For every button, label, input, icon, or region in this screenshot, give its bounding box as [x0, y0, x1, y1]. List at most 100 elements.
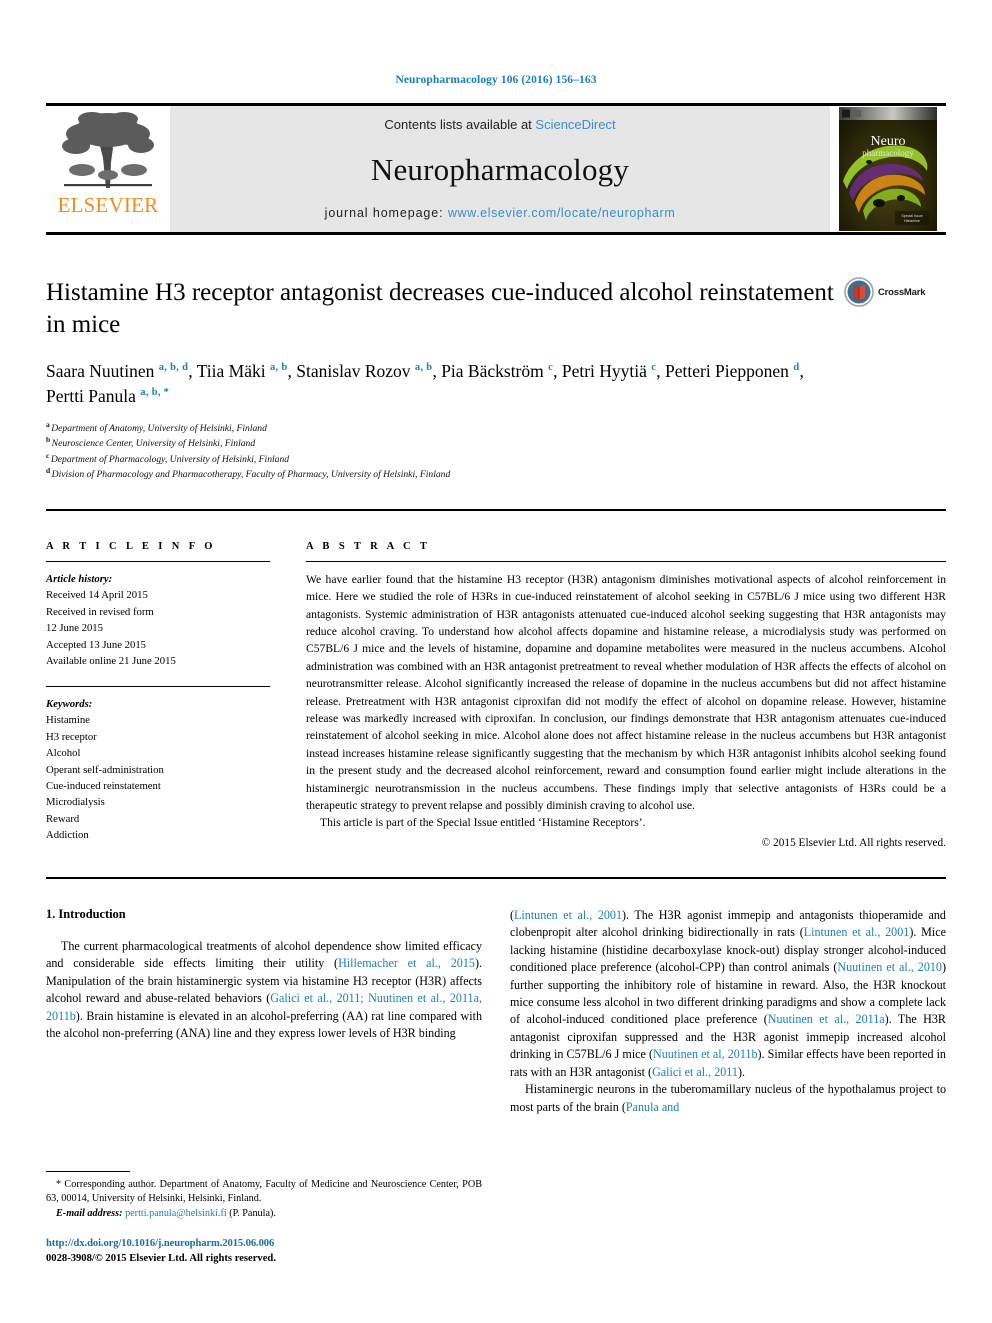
introduction-paragraph-3: Histaminergic neurons in the tuberomamil…	[510, 1081, 946, 1116]
elsevier-tree-icon	[62, 112, 154, 188]
sciencedirect-link[interactable]: ScienceDirect	[535, 117, 615, 132]
body-column-right: (Lintunen et al., 2001). The H3R agonist…	[510, 907, 946, 1267]
keywords-rule	[46, 685, 270, 687]
author-name: Pertti Panula	[46, 385, 141, 406]
elsevier-logo: ELSEVIER	[46, 106, 170, 232]
abstract-body: We have earlier found that the histamine…	[306, 571, 946, 832]
body-text-run: Histaminergic neurons in the tuberomamil…	[510, 1082, 946, 1114]
affiliation-mark: a	[46, 419, 50, 429]
body-text-run: ).	[737, 1064, 746, 1079]
citation-link[interactable]: Lintunen et al., 2001	[514, 908, 622, 922]
author-name: Tiia Mäki	[196, 361, 270, 381]
corresponding-author-text: * Corresponding author. Department of An…	[46, 1178, 482, 1205]
journal-masthead: ELSEVIER Contents lists available at Sci…	[46, 103, 946, 235]
journal-homepage-line: journal homepage: www.elsevier.com/locat…	[325, 206, 676, 220]
introduction-paragraph-1: The current pharmacological treatments o…	[46, 938, 482, 1043]
body-column-left: 1. Introduction The current pharmacologi…	[46, 907, 482, 1267]
introduction-heading: 1. Introduction	[46, 906, 126, 921]
abstract-rule	[306, 560, 946, 562]
article-info-rule	[46, 560, 270, 562]
author-list: Saara Nuutinen a, b, d, Tiia Mäki a, b, …	[46, 359, 846, 409]
running-head: Neuropharmacology 106 (2016) 156–163	[395, 74, 597, 86]
affiliation-mark: d	[46, 466, 51, 476]
elsevier-wordmark: ELSEVIER	[57, 193, 159, 217]
author-name: Petri Hyytiä	[561, 361, 652, 381]
article-history-item: Accepted 13 June 2015	[46, 638, 147, 651]
author-separator: ,	[799, 361, 804, 381]
keywords-heading: Keywords:	[46, 697, 93, 710]
divider-below-abstract	[46, 876, 946, 879]
abstract-paragraph-1: We have earlier found that the histamine…	[306, 572, 946, 812]
introduction-right-text: (Lintunen et al., 2001). The H3R agonist…	[510, 907, 946, 1117]
affiliation-item: c Department of Pharmacology, University …	[46, 451, 946, 468]
affiliation-mark: b	[46, 435, 51, 445]
author-name: Petteri Piepponen	[665, 361, 794, 381]
cover-title-line1: Neuro	[871, 134, 906, 149]
crossmark-badge[interactable]: CrossMark	[844, 277, 946, 307]
keyword-item: Microdialysis	[46, 796, 105, 809]
homepage-prefix: journal homepage:	[324, 206, 448, 220]
author-separator: ,	[287, 361, 297, 381]
journal-cover-thumbnail: Neuro pharmacology Special Issue Histami…	[839, 107, 937, 231]
citation-link[interactable]: Nuutinen et al, 2011b	[653, 1047, 758, 1061]
affiliation-item: b Neuroscience Center, University of Hels…	[46, 436, 946, 452]
affiliation-item: a Department of Anatomy, University of He…	[46, 419, 946, 437]
author-separator: ,	[188, 361, 197, 381]
article-history-item: Received in revised form	[46, 605, 154, 618]
abstract-copyright: © 2015 Elsevier Ltd. All rights reserved…	[761, 836, 946, 849]
keyword-item: Alcohol	[46, 747, 81, 760]
svg-text:Special Issue: Special Issue	[901, 214, 922, 218]
author-affiliation-marks: a, b	[414, 362, 433, 374]
info-abstract-region: A R T I C L E I N F O Article history: R…	[46, 511, 946, 849]
footnote-area: * Corresponding author. Department of An…	[46, 1170, 482, 1267]
article-history: Article history: Received 14 April 2015 R…	[46, 571, 270, 670]
keyword-item: H3 receptor	[46, 730, 97, 743]
abstract-label: A B S T R A C T	[306, 540, 431, 552]
body-text-run: ). Brain histamine is elevated in an alc…	[46, 1008, 482, 1041]
affiliation-text: Department of Anatomy, University of Hel…	[51, 422, 267, 434]
page-title: Histamine H3 receptor antagonist decreas…	[46, 279, 834, 338]
keywords-block: Keywords: Histamine H3 receptor Alcohol Ope…	[46, 696, 270, 844]
introduction-paragraph-2: (Lintunen et al., 2001). The H3R agonist…	[510, 907, 946, 1082]
article-history-item: Received 14 April 2015	[46, 589, 148, 602]
cover-title-line2: pharmacology	[862, 148, 914, 158]
keyword-item: Operant self-administration	[46, 763, 164, 776]
article-info-label: A R T I C L E I N F O	[46, 540, 216, 552]
affiliation-list: a Department of Anatomy, University of He…	[46, 419, 946, 483]
email-suffix: (P. Panula).	[229, 1207, 276, 1219]
journal-homepage-link[interactable]: www.elsevier.com/locate/neuropharm	[448, 206, 675, 220]
article-history-item: Available online 21 June 2015	[46, 655, 176, 668]
title-block: Histamine H3 receptor antagonist decreas…	[46, 277, 946, 340]
author-name: Pia Bäckström	[441, 361, 549, 381]
journal-cover-block: Neuro pharmacology Special Issue Histami…	[830, 106, 946, 232]
citation-link[interactable]: Nuutinen et al., 2010	[837, 960, 942, 974]
article-history-item: 12 June 2015	[46, 622, 103, 635]
citation-link[interactable]: Hillemacher et al., 2015	[338, 956, 475, 970]
crossmark-icon	[844, 277, 874, 307]
crossmark-label: CrossMark	[878, 286, 926, 298]
affiliation-item: d Division of Pharmacology and Pharmacoth…	[46, 467, 946, 483]
citation-link[interactable]: Lintunen et al., 2001	[804, 925, 910, 939]
author-name: Saara Nuutinen	[46, 361, 159, 381]
affiliation-text: Neuroscience Center, University of Helsi…	[51, 438, 256, 450]
contents-prefix: Contents lists available at	[384, 117, 536, 132]
keywords-items: Histamine H3 receptor Alcohol Operant self-…	[46, 712, 270, 844]
svg-text:Histamine: Histamine	[904, 219, 920, 223]
cover-artwork: Neuro pharmacology Special Issue Histami…	[839, 107, 937, 231]
article-history-items: Received 14 April 2015 Received in revise…	[46, 587, 270, 669]
journal-article-page: Neuropharmacology 106 (2016) 156–163 ELS…	[0, 0, 992, 1323]
citation-link[interactable]: Panula and	[626, 1100, 679, 1114]
author-separator: ,	[432, 361, 442, 381]
author-separator: ,	[656, 361, 665, 381]
keyword-item: Reward	[46, 812, 80, 825]
abstract-paragraph-2: This article is part of the Special Issu…	[320, 816, 646, 830]
footnote-rule	[46, 1170, 130, 1172]
corresponding-email-link[interactable]: pertti.panula@helsinki.fi	[125, 1208, 227, 1219]
author-affiliation-marks: a, b	[269, 362, 288, 374]
affiliation-text: Department of Pharmacology, University o…	[50, 453, 290, 465]
article-history-heading: Article history:	[46, 572, 113, 585]
doi-link[interactable]: http://dx.doi.org/10.1016/j.neuropharm.2…	[46, 1237, 482, 1252]
doi-block: http://dx.doi.org/10.1016/j.neuropharm.2…	[46, 1237, 482, 1267]
citation-link[interactable]: Nuutinen et al., 2011a	[768, 1012, 885, 1026]
citation-link[interactable]: Galici et al., 2011	[652, 1065, 738, 1079]
